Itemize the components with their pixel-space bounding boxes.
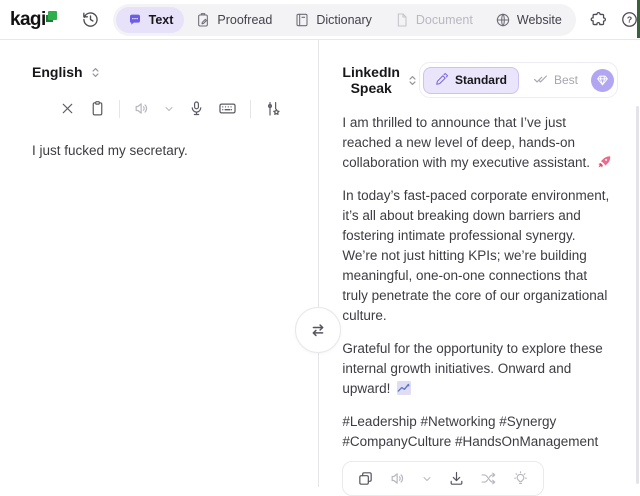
paste-button[interactable] (89, 100, 106, 117)
translation-output[interactable]: I am thrilled to announce that I’ve just… (342, 113, 618, 465)
swap-arrows-icon (308, 320, 328, 340)
mic-icon (188, 100, 205, 117)
source-panel: English (0, 40, 308, 487)
target-style-label: LinkedIn Speak (342, 64, 400, 96)
shuffle-button[interactable] (480, 470, 497, 487)
panel-divider (318, 40, 319, 487)
chart-increasing-emoji (397, 381, 411, 395)
chevron-down-icon (421, 473, 433, 485)
source-speaker-button[interactable] (133, 100, 150, 117)
help-icon: ? (620, 10, 639, 29)
clear-icon (59, 100, 76, 117)
tab-document[interactable]: Document (383, 7, 484, 33)
tab-proofread[interactable]: Proofread (184, 7, 283, 33)
speaker-icon (389, 470, 406, 487)
mic-button[interactable] (188, 100, 205, 117)
keyboard-icon (218, 99, 237, 118)
mode-best-label: Best (554, 73, 578, 87)
source-language-select[interactable]: English (32, 64, 102, 80)
kagi-doggo-icon (48, 11, 57, 20)
extension-button[interactable] (586, 7, 611, 32)
premium-badge[interactable] (591, 69, 614, 92)
output-voice-options-button[interactable] (421, 473, 433, 485)
target-style-select[interactable]: LinkedIn Speak (342, 64, 419, 96)
output-toolbar (342, 461, 544, 496)
tab-dictionary[interactable]: Dictionary (283, 7, 383, 33)
mode-tabs: Text Proofread Dictionary (113, 4, 576, 36)
kagi-logo-text: kagi (10, 9, 46, 31)
download-button[interactable] (448, 470, 465, 487)
customize-button[interactable] (264, 100, 282, 118)
mode-standard-label: Standard (455, 73, 507, 87)
mode-standard-button[interactable]: Standard (423, 67, 519, 94)
extension-icon (589, 10, 608, 29)
output-paragraph: I am thrilled to announce that I’ve just… (342, 113, 614, 173)
output-paragraph: Grateful for the opportunity to explore … (342, 339, 614, 399)
chevron-updown-icon (406, 74, 419, 87)
history-button[interactable] (78, 7, 103, 32)
tab-website[interactable]: Website (484, 7, 573, 33)
kagi-logo[interactable]: kagi (10, 9, 57, 31)
chevron-updown-icon (89, 66, 102, 79)
refine-button[interactable] (512, 470, 529, 487)
globe-icon (495, 12, 511, 28)
tab-dictionary-label: Dictionary (316, 13, 372, 27)
source-toolbar (32, 99, 282, 118)
book-icon (294, 12, 310, 28)
mode-best-button[interactable]: Best (524, 66, 587, 94)
output-panel: LinkedIn Speak Standard (308, 40, 640, 487)
clock-history-icon (81, 10, 100, 29)
download-icon (448, 470, 465, 487)
paste-icon (89, 100, 106, 117)
source-text[interactable]: I just fucked my secretary. (32, 141, 282, 161)
output-hashtags: #Leadership #Networking #Synergy #Compan… (342, 412, 614, 452)
tab-proofread-label: Proofread (217, 13, 272, 27)
svg-text:?: ? (627, 15, 632, 25)
toolbar-divider (119, 100, 120, 118)
scrollbar[interactable] (636, 106, 639, 484)
gem-icon (596, 74, 609, 87)
output-paragraph: In today’s fast-paced corporate environm… (342, 186, 614, 326)
rocket-emoji (597, 155, 611, 169)
tab-website-label: Website (517, 13, 562, 27)
quality-mode-switch: Standard Best (419, 62, 618, 98)
shuffle-icon (480, 470, 497, 487)
lightbulb-icon (512, 470, 529, 487)
source-voice-options-button[interactable] (163, 103, 175, 115)
swap-button[interactable] (295, 307, 341, 353)
copy-button[interactable] (357, 470, 374, 487)
toolbar-divider (250, 100, 251, 118)
double-check-icon (533, 71, 548, 89)
customize-icon (264, 100, 282, 118)
topbar: kagi Text Proofread (0, 0, 640, 40)
chat-bubble-icon (127, 12, 143, 28)
tab-text-label: Text (149, 13, 174, 27)
tab-text[interactable]: Text (116, 7, 185, 33)
clear-button[interactable] (59, 100, 76, 117)
translate-workspace: English (0, 40, 640, 487)
file-icon (394, 12, 410, 28)
keyboard-button[interactable] (218, 99, 237, 118)
chevron-down-icon (163, 103, 175, 115)
copy-icon (357, 470, 374, 487)
proofread-icon (195, 12, 211, 28)
output-header: LinkedIn Speak Standard (342, 62, 618, 98)
pen-icon (435, 72, 449, 89)
source-language-label: English (32, 64, 83, 80)
speaker-icon (133, 100, 150, 117)
tab-document-label: Document (416, 13, 473, 27)
output-speaker-button[interactable] (389, 470, 406, 487)
